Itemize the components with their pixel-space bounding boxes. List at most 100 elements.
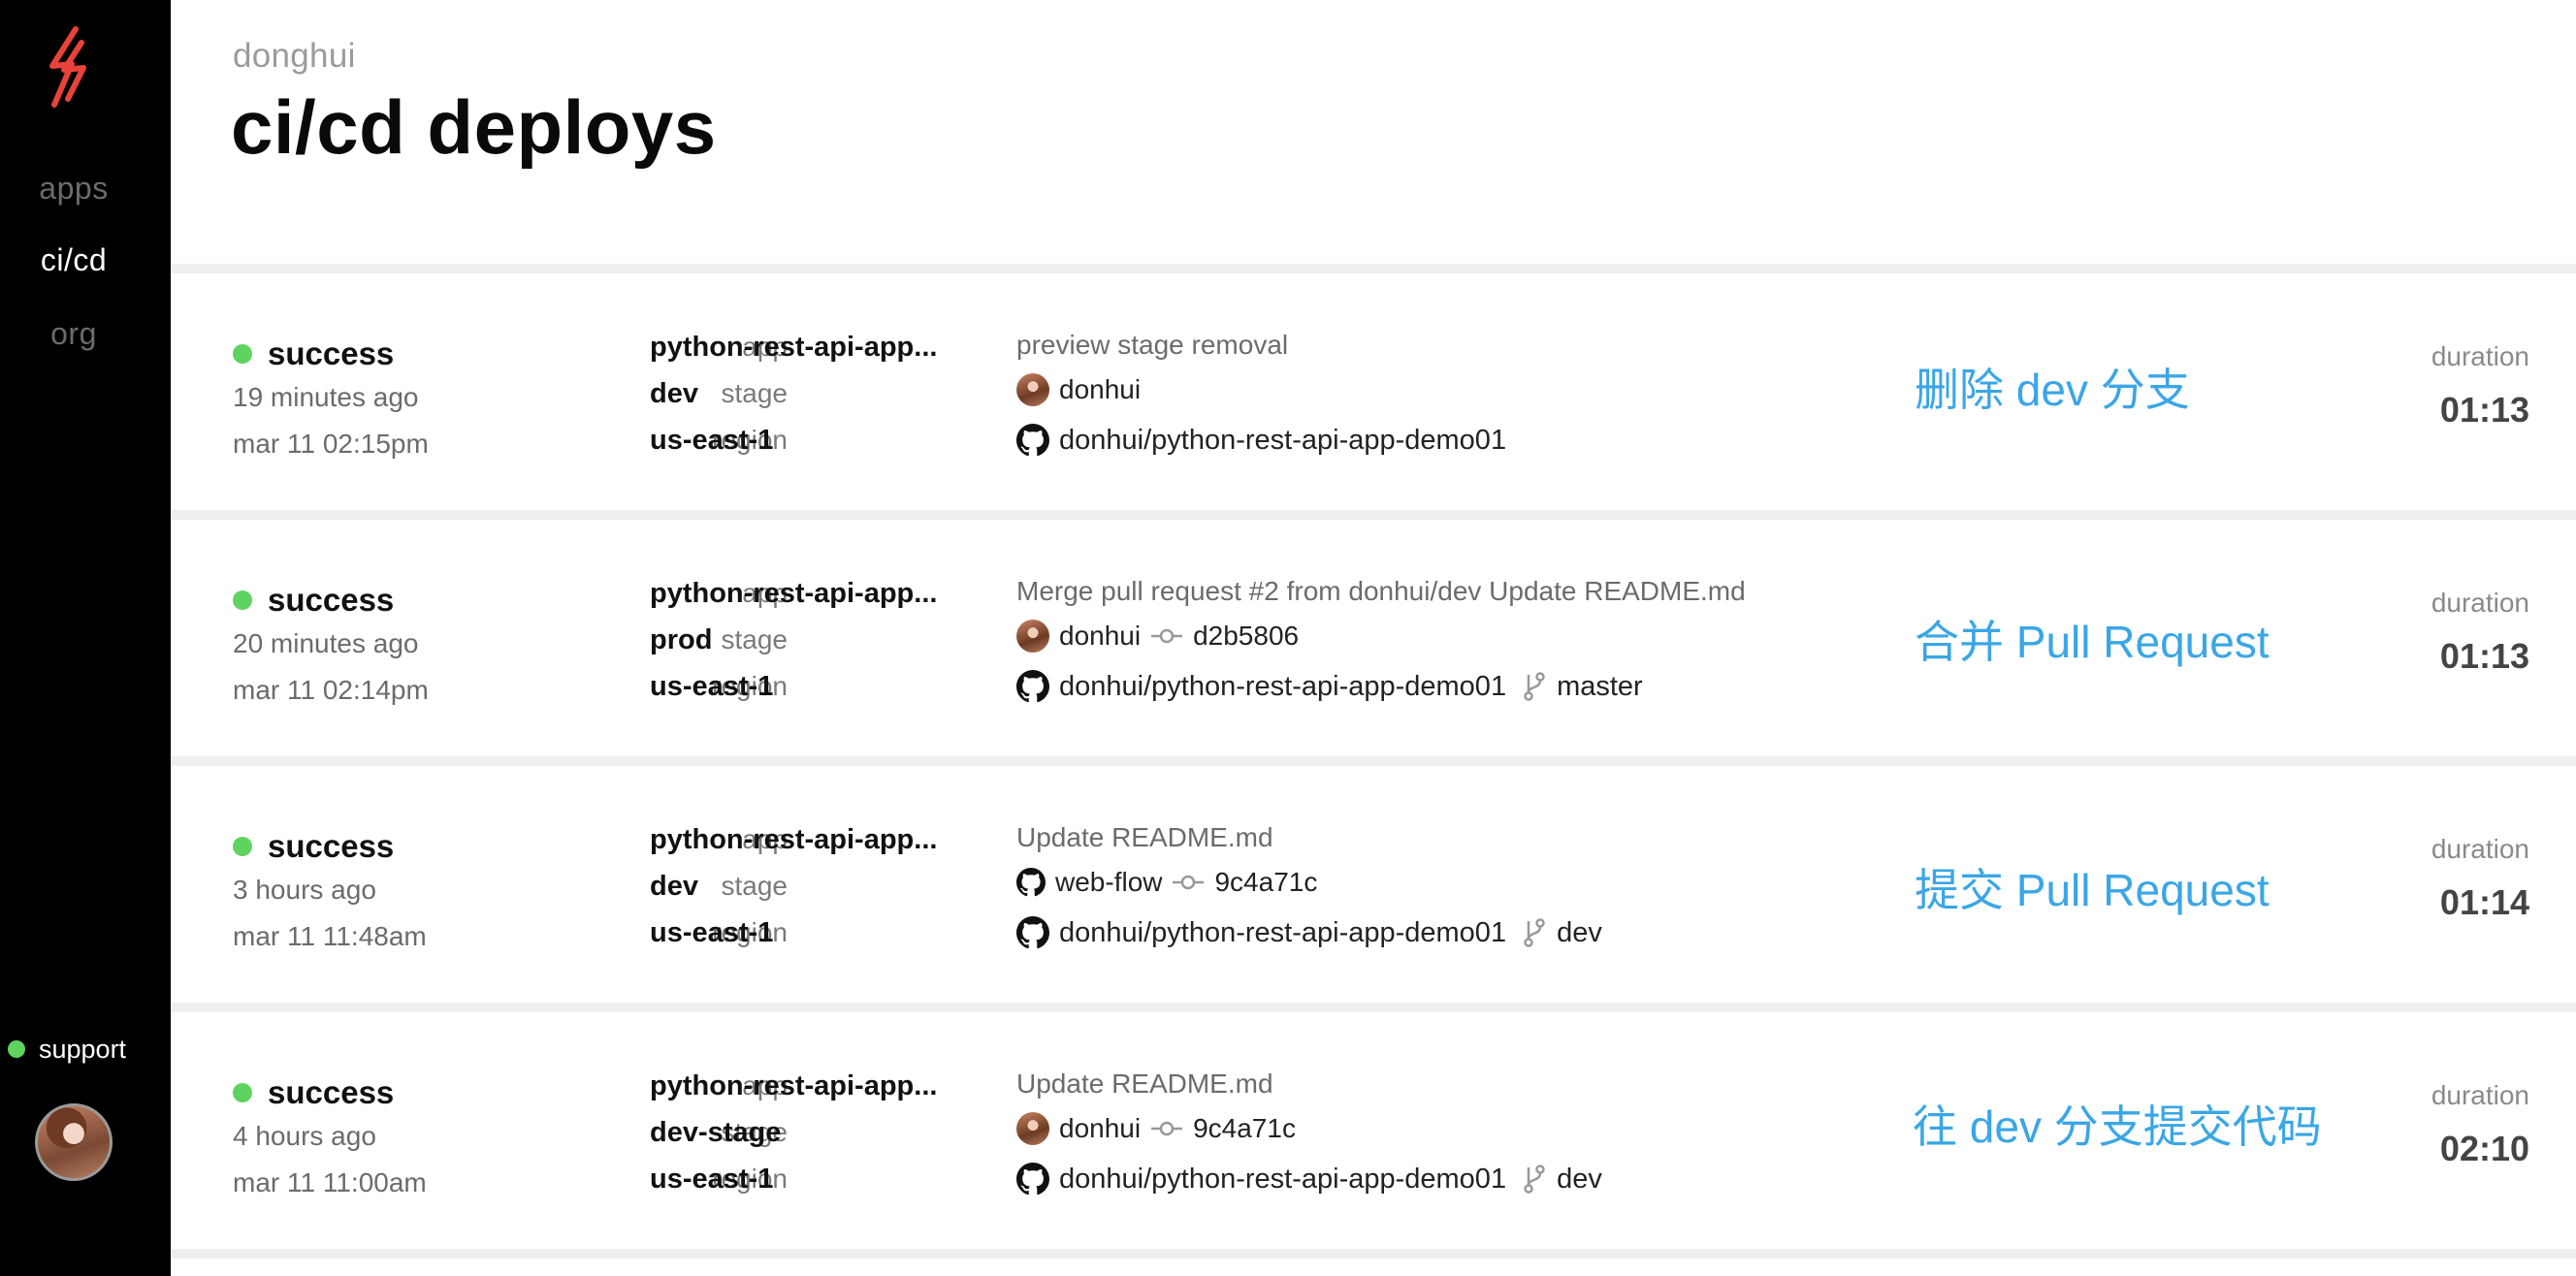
page-title: ci/cd deploys [231, 84, 717, 170]
org-name: donghui [233, 37, 356, 75]
stage-name-link[interactable]: dev [650, 378, 698, 410]
relative-time: 19 minutes ago [233, 382, 419, 412]
commit-author-line: web-flow 9c4a71c [1016, 863, 1317, 902]
branch-name[interactable]: master [1557, 671, 1643, 703]
user-avatar[interactable] [35, 1103, 113, 1181]
commit-sha-link[interactable]: 9c4a71c [1214, 867, 1317, 898]
commit-message: Update README.md [1016, 822, 1273, 852]
duration-label: duration [2431, 588, 2529, 618]
github-icon [1016, 424, 1049, 457]
app-name-link[interactable]: python-rest-api-app... [650, 824, 937, 856]
app-name-link[interactable]: python-rest-api-app... [650, 578, 937, 610]
deploy-date: mar 11 11:48am [233, 921, 427, 951]
user-avatar [1016, 373, 1049, 406]
commit-author-line: donhui [1016, 370, 1141, 409]
deploy-list: success 19 minutes ago mar 11 02:15pm ap… [171, 264, 2576, 1259]
duration-label: duration [2431, 341, 2529, 371]
lightning-logo-icon[interactable] [43, 25, 103, 111]
repo-line: donhui/python-rest-api-app-demo01 [1016, 421, 1506, 460]
nav-item-cicd[interactable]: ci/cd [0, 242, 147, 278]
duration-value: 01:13 [2439, 390, 2529, 430]
commit-sha-link[interactable]: d2b5806 [1193, 621, 1299, 652]
divider [171, 264, 2576, 273]
stage-name-link[interactable]: prod [650, 624, 712, 656]
deploy-date: mar 11 11:00am [233, 1167, 427, 1197]
duration-value: 01:13 [2439, 636, 2529, 676]
app-name-link[interactable]: python-rest-api-app... [650, 1070, 937, 1102]
status-text: success [268, 582, 395, 618]
commit-author-line: donhui 9c4a71c [1016, 1109, 1296, 1148]
annotation-note: 往 dev 分支提交代码 [1913, 1101, 2322, 1152]
commit-message: Update README.md [1016, 1069, 1273, 1099]
divider [171, 1249, 2576, 1259]
commit-message: Merge pull request #2 from donhui/dev Up… [1016, 576, 1746, 606]
sidebar: apps ci/cd org support [0, 0, 171, 1276]
duration-label: duration [2431, 834, 2529, 864]
region-value: us-east-1 [650, 671, 774, 702]
duration-value: 02:10 [2439, 1129, 2529, 1168]
author-name[interactable]: donhui [1059, 374, 1141, 405]
region-value: us-east-1 [650, 1164, 774, 1195]
nav-item-org[interactable]: org [0, 316, 147, 352]
deploy-row[interactable]: success 19 minutes ago mar 11 02:15pm ap… [171, 273, 2576, 510]
divider [171, 756, 2576, 766]
deploy-status: success [233, 582, 394, 619]
user-avatar [1016, 620, 1049, 653]
repo-link[interactable]: donhui/python-rest-api-app-demo01 [1059, 671, 1506, 703]
annotation-note: 删除 dev 分支 [1915, 365, 2190, 415]
commit-icon [1173, 875, 1205, 890]
repo-link[interactable]: donhui/python-rest-api-app-demo01 [1059, 425, 1506, 457]
github-icon [1016, 916, 1049, 949]
github-icon [1016, 670, 1049, 703]
stage-label: stage [721, 871, 789, 901]
author-name[interactable]: donhui [1059, 1113, 1141, 1144]
divider [171, 510, 2576, 520]
stage-label: stage [721, 378, 789, 408]
user-avatar [1016, 1112, 1049, 1145]
branch-name[interactable]: dev [1557, 917, 1602, 949]
author-name[interactable]: web-flow [1055, 867, 1162, 898]
region-value: us-east-1 [650, 425, 774, 456]
deploy-row[interactable]: success 3 hours ago mar 11 11:48am app p… [171, 766, 2576, 1003]
commit-icon [1151, 1121, 1183, 1136]
branch-icon [1524, 1164, 1545, 1194]
deploy-row[interactable]: success 20 minutes ago mar 11 02:14pm ap… [171, 520, 2576, 756]
commit-author-line: donhui d2b5806 [1016, 617, 1299, 655]
nav-item-apps[interactable]: apps [0, 171, 147, 207]
deploy-status: success [233, 335, 394, 372]
status-text: success [268, 335, 395, 371]
repo-line: donhui/python-rest-api-app-demo01 dev [1016, 913, 1602, 952]
github-icon [1016, 1163, 1049, 1196]
deploy-date: mar 11 02:14pm [233, 675, 429, 705]
repo-line: donhui/python-rest-api-app-demo01 master [1016, 667, 1643, 706]
annotation-note: 提交 Pull Request [1915, 865, 2270, 915]
github-icon [1016, 868, 1046, 897]
repo-link[interactable]: donhui/python-rest-api-app-demo01 [1059, 917, 1506, 949]
stage-name-link[interactable]: dev [650, 871, 698, 903]
author-name[interactable]: donhui [1059, 621, 1141, 652]
repo-line: donhui/python-rest-api-app-demo01 dev [1016, 1160, 1602, 1198]
app-name-link[interactable]: python-rest-api-app... [650, 332, 937, 364]
repo-link[interactable]: donhui/python-rest-api-app-demo01 [1059, 1164, 1506, 1196]
duration-label: duration [2431, 1080, 2529, 1110]
stage-label: stage [721, 624, 789, 654]
commit-icon [1151, 628, 1183, 644]
region-value: us-east-1 [650, 917, 774, 948]
success-status-dot [233, 837, 252, 856]
status-text: success [268, 1074, 395, 1110]
duration-value: 01:14 [2439, 882, 2529, 922]
annotation-note: 合并 Pull Request [1915, 617, 2270, 667]
relative-time: 20 minutes ago [233, 628, 419, 658]
commit-message: preview stage removal [1016, 330, 1289, 360]
deploy-row[interactable]: success 4 hours ago mar 11 11:00am app p… [171, 1012, 2576, 1249]
commit-sha-link[interactable]: 9c4a71c [1193, 1113, 1296, 1144]
deploy-date: mar 11 02:15pm [233, 429, 429, 459]
success-status-dot [233, 1083, 252, 1102]
branch-name[interactable]: dev [1557, 1164, 1602, 1196]
support-label: support [39, 1034, 127, 1064]
branch-icon [1524, 918, 1545, 947]
divider [171, 1003, 2576, 1012]
stage-name-link[interactable]: dev-stage [650, 1117, 781, 1149]
relative-time: 3 hours ago [233, 875, 376, 905]
support-link[interactable]: support [8, 1032, 126, 1067]
